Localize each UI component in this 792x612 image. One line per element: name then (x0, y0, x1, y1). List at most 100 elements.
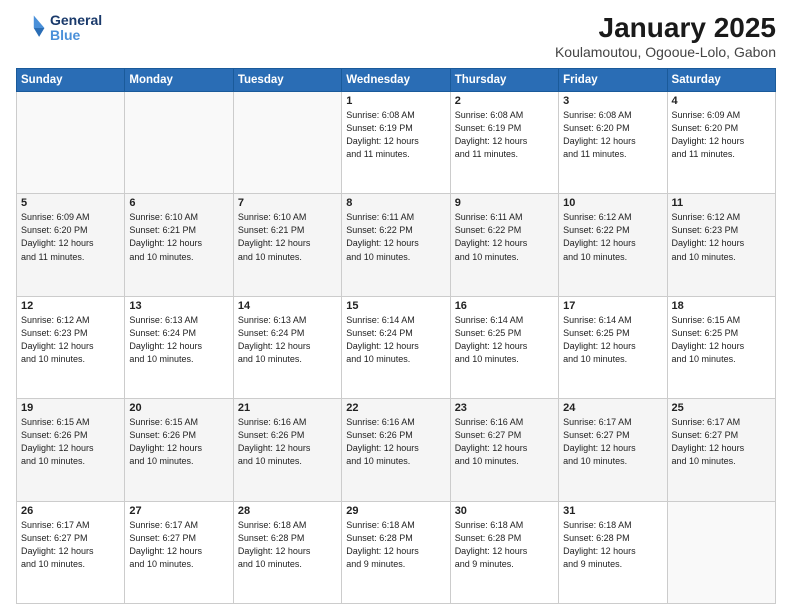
day-info: Sunrise: 6:18 AM Sunset: 6:28 PM Dayligh… (346, 519, 445, 571)
day-number: 31 (563, 505, 662, 517)
day-number: 7 (238, 197, 337, 209)
calendar-cell: 28 Sunrise: 6:18 AM Sunset: 6:28 PM Dayli… (233, 501, 341, 603)
day-header-sunday: Sunday (17, 69, 125, 92)
day-info: Sunrise: 6:13 AM Sunset: 6:24 PM Dayligh… (129, 314, 228, 366)
day-number: 16 (455, 300, 554, 312)
calendar-cell: 31Sunrise: 6:18 AM Sunset: 6:28 PM Dayli… (559, 501, 667, 603)
day-info: Sunrise: 6:12 AM Sunset: 6:23 PM Dayligh… (21, 314, 120, 366)
day-header-thursday: Thursday (450, 69, 558, 92)
calendar-week-2: 5Sunrise: 6:09 AM Sunset: 6:20 PM Daylig… (17, 194, 776, 296)
calendar-header-row: SundayMondayTuesdayWednesdayThursdayFrid… (17, 69, 776, 92)
day-number: 10 (563, 197, 662, 209)
day-header-friday: Friday (559, 69, 667, 92)
calendar-week-1: 1 Sunrise: 6:08 AM Sunset: 6:19 PM Daylig… (17, 92, 776, 194)
day-number: 23 (455, 402, 554, 414)
calendar-cell: 16 Sunrise: 6:14 AM Sunset: 6:25 PM Dayli… (450, 296, 558, 398)
day-number: 30 (455, 505, 554, 517)
calendar-week-3: 12 Sunrise: 6:12 AM Sunset: 6:23 PM Dayli… (17, 296, 776, 398)
calendar-week-5: 26 Sunrise: 6:17 AM Sunset: 6:27 PM Dayli… (17, 501, 776, 603)
day-info: Sunrise: 6:15 AM Sunset: 6:26 PM Dayligh… (129, 416, 228, 468)
day-info: Sunrise: 6:10 AM Sunset: 6:21 PM Dayligh… (238, 211, 337, 263)
calendar-cell: 2 Sunrise: 6:08 AM Sunset: 6:19 PM Daylig… (450, 92, 558, 194)
calendar-week-4: 19 Sunrise: 6:15 AM Sunset: 6:26 PM Dayli… (17, 399, 776, 501)
calendar-cell: 18Sunrise: 6:15 AM Sunset: 6:25 PM Dayli… (667, 296, 775, 398)
page: General Blue January 2025 Koulamoutou, O… (0, 0, 792, 612)
calendar-table: SundayMondayTuesdayWednesdayThursdayFrid… (16, 68, 776, 604)
calendar-cell: 27 Sunrise: 6:17 AM Sunset: 6:27 PM Dayli… (125, 501, 233, 603)
day-info: Sunrise: 6:14 AM Sunset: 6:24 PM Dayligh… (346, 314, 445, 366)
day-number: 19 (21, 402, 120, 414)
day-info: Sunrise: 6:17 AM Sunset: 6:27 PM Dayligh… (672, 416, 771, 468)
day-number: 28 (238, 505, 337, 517)
day-info: Sunrise: 6:17 AM Sunset: 6:27 PM Dayligh… (129, 519, 228, 571)
calendar-cell: 7 Sunrise: 6:10 AM Sunset: 6:21 PM Daylig… (233, 194, 341, 296)
calendar-cell: 9 Sunrise: 6:11 AM Sunset: 6:22 PM Daylig… (450, 194, 558, 296)
day-info: Sunrise: 6:17 AM Sunset: 6:27 PM Dayligh… (563, 416, 662, 468)
day-info: Sunrise: 6:15 AM Sunset: 6:26 PM Dayligh… (21, 416, 120, 468)
logo: General Blue (16, 12, 102, 44)
day-info: Sunrise: 6:09 AM Sunset: 6:20 PM Dayligh… (672, 109, 771, 161)
day-number: 15 (346, 300, 445, 312)
day-info: Sunrise: 6:12 AM Sunset: 6:22 PM Dayligh… (563, 211, 662, 263)
calendar-cell: 6 Sunrise: 6:10 AM Sunset: 6:21 PM Daylig… (125, 194, 233, 296)
calendar-cell: 17 Sunrise: 6:14 AM Sunset: 6:25 PM Dayli… (559, 296, 667, 398)
day-info: Sunrise: 6:13 AM Sunset: 6:24 PM Dayligh… (238, 314, 337, 366)
calendar-cell: 26 Sunrise: 6:17 AM Sunset: 6:27 PM Dayli… (17, 501, 125, 603)
calendar-cell: 13Sunrise: 6:13 AM Sunset: 6:24 PM Dayli… (125, 296, 233, 398)
day-number: 11 (672, 197, 771, 209)
day-number: 3 (563, 95, 662, 107)
day-number: 27 (129, 505, 228, 517)
day-header-wednesday: Wednesday (342, 69, 450, 92)
calendar-cell: 1 Sunrise: 6:08 AM Sunset: 6:19 PM Daylig… (342, 92, 450, 194)
day-info: Sunrise: 6:16 AM Sunset: 6:26 PM Dayligh… (346, 416, 445, 468)
day-number: 25 (672, 402, 771, 414)
calendar-cell: 25 Sunrise: 6:17 AM Sunset: 6:27 PM Dayli… (667, 399, 775, 501)
logo-icon (16, 12, 48, 44)
calendar-cell: 24 Sunrise: 6:17 AM Sunset: 6:27 PM Dayli… (559, 399, 667, 501)
logo-text: General Blue (50, 13, 102, 44)
calendar-cell: 11 Sunrise: 6:12 AM Sunset: 6:23 PM Dayli… (667, 194, 775, 296)
calendar-cell: 21 Sunrise: 6:16 AM Sunset: 6:26 PM Dayli… (233, 399, 341, 501)
calendar-title: January 2025 (555, 12, 776, 44)
calendar-cell: 23Sunrise: 6:16 AM Sunset: 6:27 PM Dayli… (450, 399, 558, 501)
day-info: Sunrise: 6:14 AM Sunset: 6:25 PM Dayligh… (455, 314, 554, 366)
calendar-cell (17, 92, 125, 194)
day-number: 21 (238, 402, 337, 414)
calendar-cell: 22Sunrise: 6:16 AM Sunset: 6:26 PM Dayli… (342, 399, 450, 501)
day-number: 2 (455, 95, 554, 107)
calendar-cell: 19 Sunrise: 6:15 AM Sunset: 6:26 PM Dayli… (17, 399, 125, 501)
day-number: 12 (21, 300, 120, 312)
logo-line1: General (50, 13, 102, 28)
day-info: Sunrise: 6:11 AM Sunset: 6:22 PM Dayligh… (455, 211, 554, 263)
day-info: Sunrise: 6:08 AM Sunset: 6:20 PM Dayligh… (563, 109, 662, 161)
day-info: Sunrise: 6:08 AM Sunset: 6:19 PM Dayligh… (346, 109, 445, 161)
day-info: Sunrise: 6:17 AM Sunset: 6:27 PM Dayligh… (21, 519, 120, 571)
day-info: Sunrise: 6:15 AM Sunset: 6:25 PM Dayligh… (672, 314, 771, 366)
calendar-cell: 29Sunrise: 6:18 AM Sunset: 6:28 PM Dayli… (342, 501, 450, 603)
day-number: 1 (346, 95, 445, 107)
day-number: 6 (129, 197, 228, 209)
day-number: 4 (672, 95, 771, 107)
day-info: Sunrise: 6:18 AM Sunset: 6:28 PM Dayligh… (238, 519, 337, 571)
calendar-subtitle: Koulamoutou, Ogooue-Lolo, Gabon (555, 44, 776, 60)
day-number: 26 (21, 505, 120, 517)
calendar-cell: 5Sunrise: 6:09 AM Sunset: 6:20 PM Daylig… (17, 194, 125, 296)
day-number: 5 (21, 197, 120, 209)
calendar-cell (125, 92, 233, 194)
day-info: Sunrise: 6:10 AM Sunset: 6:21 PM Dayligh… (129, 211, 228, 263)
calendar-cell: 10 Sunrise: 6:12 AM Sunset: 6:22 PM Dayli… (559, 194, 667, 296)
day-info: Sunrise: 6:14 AM Sunset: 6:25 PM Dayligh… (563, 314, 662, 366)
day-number: 20 (129, 402, 228, 414)
day-info: Sunrise: 6:18 AM Sunset: 6:28 PM Dayligh… (455, 519, 554, 571)
calendar-cell: 14Sunrise: 6:13 AM Sunset: 6:24 PM Dayli… (233, 296, 341, 398)
day-number: 24 (563, 402, 662, 414)
day-info: Sunrise: 6:12 AM Sunset: 6:23 PM Dayligh… (672, 211, 771, 263)
day-info: Sunrise: 6:08 AM Sunset: 6:19 PM Dayligh… (455, 109, 554, 161)
day-info: Sunrise: 6:16 AM Sunset: 6:26 PM Dayligh… (238, 416, 337, 468)
day-header-saturday: Saturday (667, 69, 775, 92)
day-number: 8 (346, 197, 445, 209)
day-number: 9 (455, 197, 554, 209)
calendar-cell: 3 Sunrise: 6:08 AM Sunset: 6:20 PM Daylig… (559, 92, 667, 194)
day-number: 17 (563, 300, 662, 312)
calendar-cell: 12 Sunrise: 6:12 AM Sunset: 6:23 PM Dayli… (17, 296, 125, 398)
